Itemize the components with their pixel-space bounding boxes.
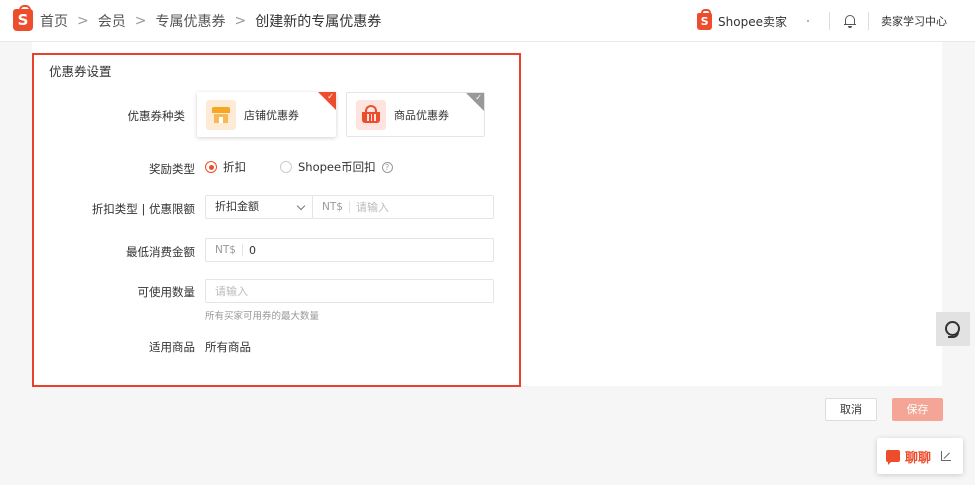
chat-widget[interactable]: 聊聊 [877,438,963,474]
section-title: 优惠券设置 [49,64,112,79]
top-header: S 首页 > 会员 > 专属优惠券 > 创建新的专属优惠券 S Shopee卖家… [0,0,975,42]
breadcrumb-home[interactable]: 首页 [40,11,68,31]
applicable-products-value: 所有商品 [205,340,251,354]
shop-coupon-option[interactable]: 店铺优惠券 ✓ [197,92,336,137]
radio-discount-label[interactable]: 折扣 [223,159,246,175]
header-divider [868,12,869,30]
coupon-type-label: 优惠券种类 [127,109,186,123]
breadcrumb-separator-icon: > [77,13,89,29]
min-spend-value: 0 [248,243,256,257]
discount-amount-input[interactable]: NT$ 请输入 [312,195,494,219]
usage-quantity-label: 可使用数量 [137,285,196,299]
shopee-seller-logo-icon: S [697,8,713,30]
dot-divider [807,20,809,22]
reward-type-label: 奖励类型 [149,162,195,176]
radio-coins-cashback[interactable] [280,161,292,173]
header-divider [829,12,830,30]
min-spend-input[interactable]: NT$ 0 [205,238,494,262]
save-button[interactable]: 保存 [892,398,943,421]
shop-icon [206,99,236,130]
breadcrumb-current-page: 创建新的专属优惠券 [255,14,382,30]
reward-type-radio-group: 折扣 Shopee币回扣 ? [205,159,393,175]
currency-prefix: NT$ [206,244,243,256]
chevron-down-icon [296,201,306,211]
seller-brand-text[interactable]: Shopee卖家 [718,13,787,30]
discount-type-value: 折扣金额 [215,200,259,213]
seller-learning-center-link[interactable]: 卖家学习中心 [881,13,947,29]
discount-amount-placeholder: 请输入 [355,201,389,214]
radio-discount[interactable] [205,161,217,173]
help-icon[interactable]: ? [381,161,393,173]
breadcrumb-separator-icon: > [134,13,147,29]
check-icon: ✓ [475,93,482,102]
breadcrumb-exclusive-coupons[interactable]: 专属优惠券 [155,11,225,31]
header-right-area: S Shopee卖家 卖家学习中心 [697,0,975,42]
radio-coins-label[interactable]: Shopee币回扣 [298,159,376,175]
basket-icon [356,99,386,130]
shopee-logo-icon[interactable]: S [13,5,33,31]
minimize-icon[interactable] [941,451,952,461]
usage-quantity-input[interactable]: 请输入 [205,279,494,303]
chat-label[interactable]: 聊聊 [905,447,931,466]
cancel-button[interactable]: 取消 [825,398,877,421]
breadcrumb-members[interactable]: 会员 [98,11,126,31]
radio-coins-option[interactable]: Shopee币回扣 ? [280,159,393,175]
discount-type-label: 折扣类型 | 优惠限额 [91,202,195,216]
customer-support-button[interactable] [936,312,970,346]
breadcrumb: 首页 > 会员 > 专属优惠券 > 创建新的专属优惠券 [40,11,381,31]
usage-quantity-hint: 所有买家可用券的最大数量 [205,311,320,322]
shop-coupon-label: 店铺优惠券 [244,108,299,122]
usage-quantity-placeholder: 请输入 [215,285,248,298]
discount-type-select[interactable]: 折扣金额 [205,195,313,219]
currency-prefix: NT$ [313,201,350,213]
applicable-products-label: 适用商品 [149,340,195,354]
product-coupon-option[interactable]: 商品优惠券 ✓ [346,92,485,137]
check-icon: ✓ [327,92,334,101]
chat-bubble-icon [886,450,900,465]
min-spend-label: 最低消费金额 [126,245,195,259]
breadcrumb-separator-icon: > [234,13,247,29]
product-coupon-label: 商品优惠券 [394,108,449,122]
bell-icon[interactable] [844,14,856,28]
headset-icon [945,321,960,338]
